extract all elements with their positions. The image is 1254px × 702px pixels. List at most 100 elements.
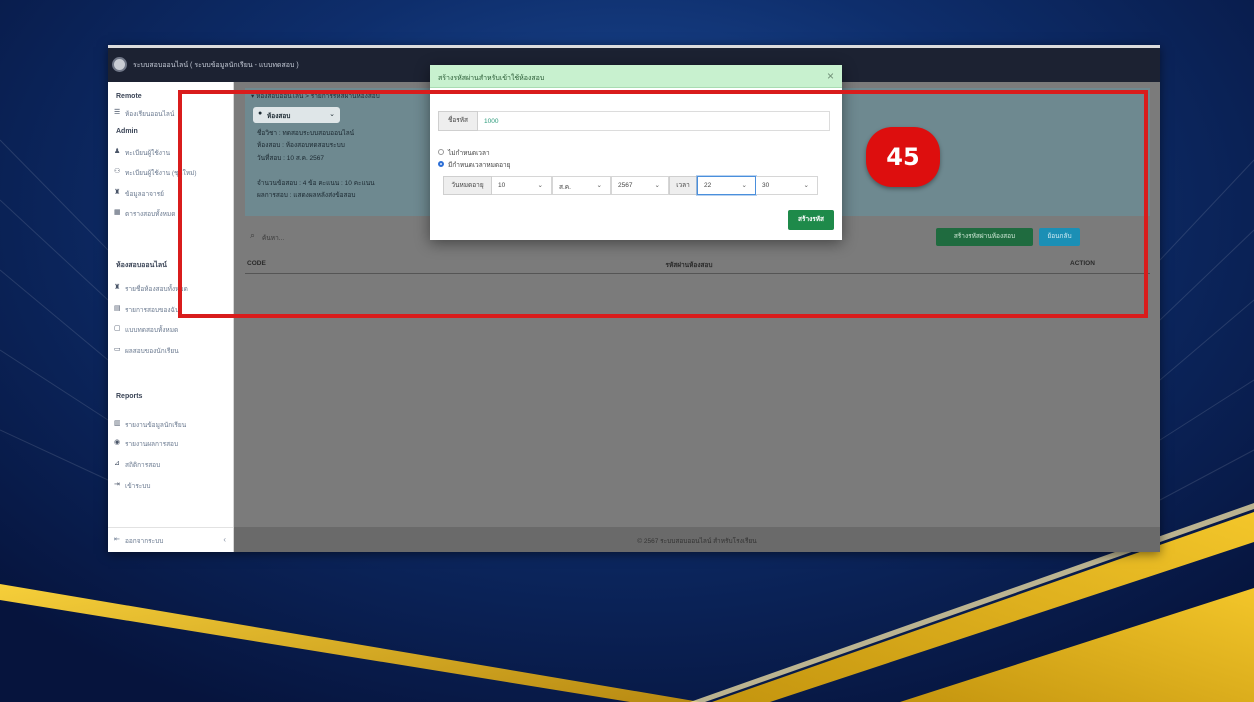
collapse-chevron-icon[interactable]: ‹ [223,535,226,544]
chevron-down-icon: ⌄ [329,111,335,118]
room-select-button[interactable]: ● ห้องสอบ ⌄ [253,107,340,123]
chevron-down-icon: ⌄ [741,182,747,189]
radio-label: ไม่กำหนดเวลา [448,150,490,157]
sidebar-logout[interactable]: ⇤ ออกจากระบบ ‹ [114,535,226,547]
day-value: 10 [498,182,506,189]
radio-circle [438,161,444,167]
footer-text: © 2567 ระบบสอบออนไลน์ สำหรับโรงเรียน [637,538,757,545]
time-label: เวลา [669,176,697,195]
exam-icon: ▤ [114,305,121,312]
sidebar-item-label: สถิติการสอบ [125,462,161,469]
sidebar-item-online-class[interactable]: ☰ ห้องเรียนออนไลน์ [114,108,226,120]
year-select[interactable]: 2567 ⌄ [611,176,669,195]
sidebar-item-label: ตารางสอบทั้งหมด [125,211,176,218]
table-header-password: รหัสผ่านห้องสอบ [665,262,713,269]
info-date: วันที่สอบ : 10 ส.ค. 2567 [257,155,325,162]
list-icon: ☰ [114,109,121,116]
sidebar-item-login[interactable]: ⇥ เข้าระบบ [114,480,226,492]
search-input[interactable]: ⌕ ค้นหา... [250,230,410,244]
back-button[interactable]: ย้อนกลับ [1039,228,1080,246]
modal-title: สร้างรหัสผ่านสำหรับเข้าใช้ห้องสอบ [438,75,545,82]
sidebar-item-rooms[interactable]: ♜ รายชื่อห้องสอบทั้งหมด [114,283,226,295]
sidebar-item-label: รายงานข้อมูลนักเรียน [125,422,187,429]
result-icon: ▭ [114,346,121,353]
sidebar-item-student-report[interactable]: ▥ รายงานข้อมูลนักเรียน [114,419,226,431]
users-icon: ⚇ [114,168,121,175]
radio-circle [438,149,444,155]
hour-value: 22 [704,182,712,189]
room-icon: ♜ [114,284,121,291]
info-room: ห้องสอบ : ห้องสอบทดสอบระบบ [257,142,345,149]
month-value: ส.ค. [559,184,571,191]
sidebar-item-label: ห้องเรียนออนไลน์ [125,111,175,118]
code-input-value: 1000 [484,118,499,125]
page-footer: © 2567 ระบบสอบออนไลน์ สำหรับโรงเรียน [234,527,1160,552]
hour-select[interactable]: 22 ⌄ [697,176,756,195]
search-icon: ⌕ [250,230,256,240]
sidebar-item-teachers[interactable]: ♜ ข้อมูลอาจารย์ [114,188,226,200]
modal-header: สร้างรหัสผ่านสำหรับเข้าใช้ห้องสอบ × [430,65,842,88]
dot-icon: ● [258,110,263,117]
table-header-code: CODE [247,260,266,267]
create-room-password-button[interactable]: สร้างรหัสผ่านห้องสอบ [936,228,1033,246]
sidebar-heading-admin: Admin [116,128,138,135]
table-header-action: ACTION [1070,260,1095,267]
teacher-icon: ♜ [114,189,121,196]
app-title: ระบบสอบออนไลน์ ( ระบบข้อมูลนักเรียน - แบ… [133,62,299,69]
sidebar-heading-exam-rooms: ห้องสอบออนไลน์ [116,262,167,269]
report-icon: ▥ [114,420,121,427]
code-input[interactable]: 1000 [478,111,830,131]
logout-icon: ⇤ [114,536,120,543]
sidebar-heading-remote: Remote [116,93,142,100]
table-icon: ▦ [114,209,121,216]
sidebar-item-users-new[interactable]: ⚇ ทะเบียนผู้ใช้งาน (ชุดใหม่) [114,167,226,179]
logo-icon[interactable] [112,57,127,72]
info-result-mode: ผลการสอบ : แสดงผลหลังส่งข้อสอบ [257,192,356,199]
sidebar-item-label: รายการสอบของฉัน [125,307,180,314]
login-icon: ⇥ [114,481,120,488]
stats-icon: ⊿ [114,460,120,467]
gold-stripe-left [0,584,700,702]
sidebar-item-exam-report[interactable]: ◉ รายงานผลการสอบ [114,438,226,450]
info-question-count: จำนวนข้อสอบ : 4 ข้อ คะแนน : 10 คะแนน [257,180,375,187]
sidebar-item-tests[interactable]: ▢ แบบทดสอบทั้งหมด [114,324,226,336]
chevron-down-icon: ⌄ [803,182,809,189]
sidebar-item-label: ทะเบียนผู้ใช้งาน [125,150,171,157]
sidebar-item-label: ผลสอบของนักเรียน [125,348,179,355]
breadcrumb: ▾ ห้องสอบออนไลน์ > รายการรหัสผ่านห้องสอบ [251,93,380,100]
sidebar-item-results[interactable]: ▭ ผลสอบของนักเรียน [114,345,226,357]
chevron-down-icon: ⌄ [654,182,660,189]
chevron-down-icon: ⌄ [537,182,543,189]
user-icon: ♟ [114,148,121,155]
sidebar-item-stats[interactable]: ⊿ สถิติการสอบ [114,459,226,471]
minute-select[interactable]: 30 ⌄ [756,176,818,195]
create-password-modal: สร้างรหัสผ่านสำหรับเข้าใช้ห้องสอบ × ชื่อ… [430,65,842,240]
test-icon: ▢ [114,325,121,332]
sidebar-item-schedule[interactable]: ▦ ตารางสอบทั้งหมด [114,208,226,220]
minute-value: 30 [762,182,770,189]
month-select[interactable]: ส.ค. ⌄ [552,176,611,195]
sidebar-heading-reports: Reports [116,393,143,400]
sidebar-item-label: แบบทดสอบทั้งหมด [125,327,179,334]
info-subject: ชื่อวิชา : ทดสอบระบบสอบออนไลน์ [257,130,355,137]
logout-label: ออกจากระบบ [125,538,164,545]
sidebar-item-label: ข้อมูลอาจารย์ [125,191,164,198]
sidebar: Remote ☰ ห้องเรียนออนไลน์ Admin ♟ ทะเบีย… [108,82,234,552]
close-icon[interactable]: × [827,69,834,83]
room-select-label: ห้องสอบ [267,113,291,120]
expiry-date-label: วันหมดอายุ [443,176,492,195]
gold-stripe-right-lower [900,588,1254,702]
search-placeholder: ค้นหา... [262,235,285,242]
year-value: 2567 [618,182,633,189]
day-select[interactable]: 10 ⌄ [492,176,552,195]
sidebar-item-users[interactable]: ♟ ทะเบียนผู้ใช้งาน [114,147,226,159]
sidebar-item-my-exams[interactable]: ▤ รายการสอบของฉัน [114,304,226,316]
step-badge: 45 [866,127,940,187]
sidebar-item-label: รายชื่อห้องสอบทั้งหมด [125,286,188,293]
sidebar-item-label: เข้าระบบ [125,483,151,490]
create-code-button[interactable]: สร้างรหัส [788,210,834,230]
sidebar-item-label: ทะเบียนผู้ใช้งาน (ชุดใหม่) [125,170,197,177]
radio-label: มีกำหนดเวลาหมดอายุ [448,162,511,169]
chart-icon: ◉ [114,439,121,446]
chevron-down-icon: ⌄ [596,182,602,189]
